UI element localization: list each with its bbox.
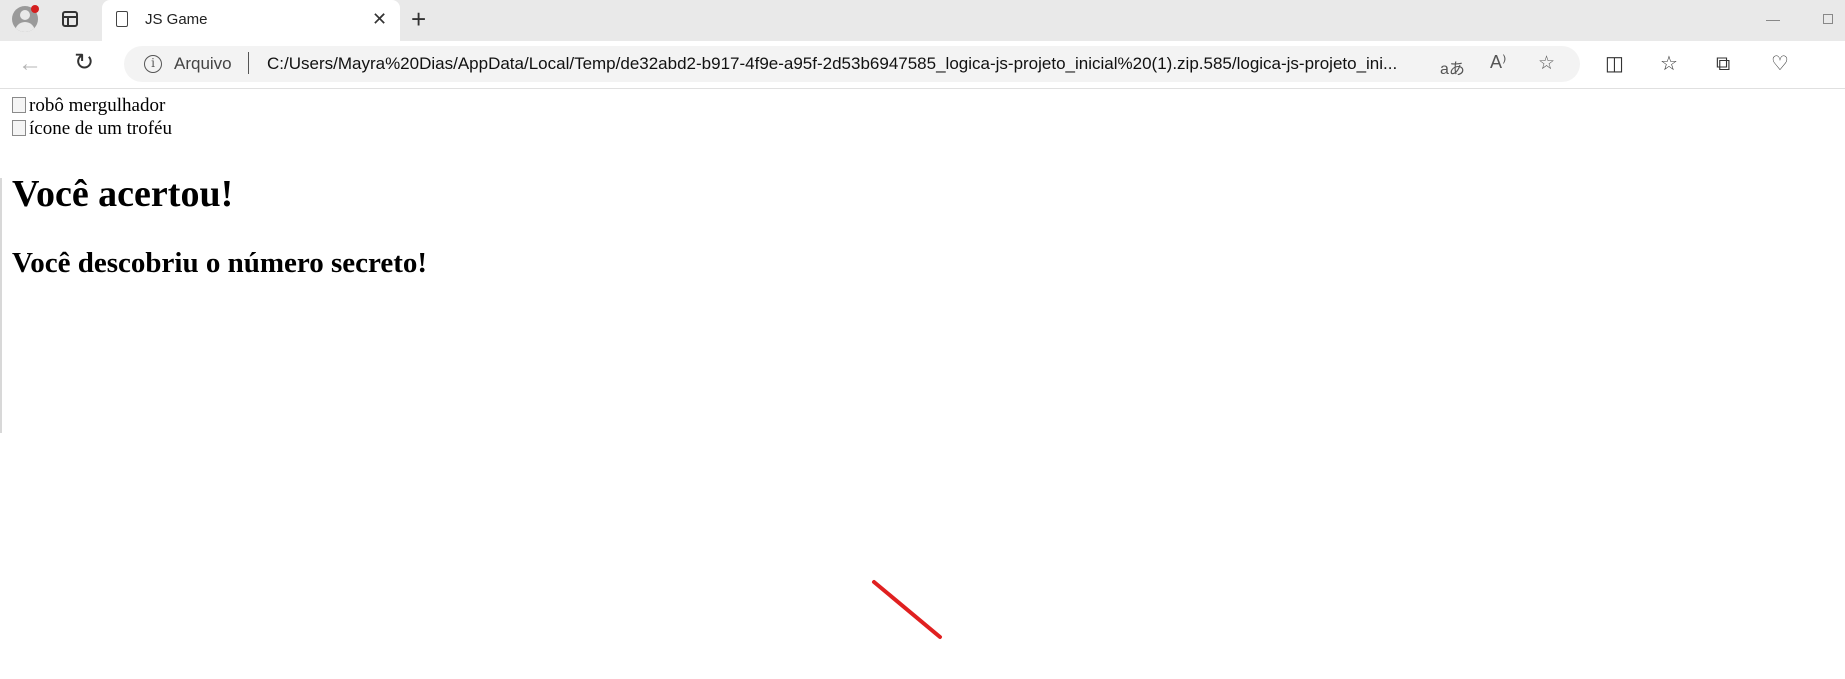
annotation-stroke [872,580,942,639]
